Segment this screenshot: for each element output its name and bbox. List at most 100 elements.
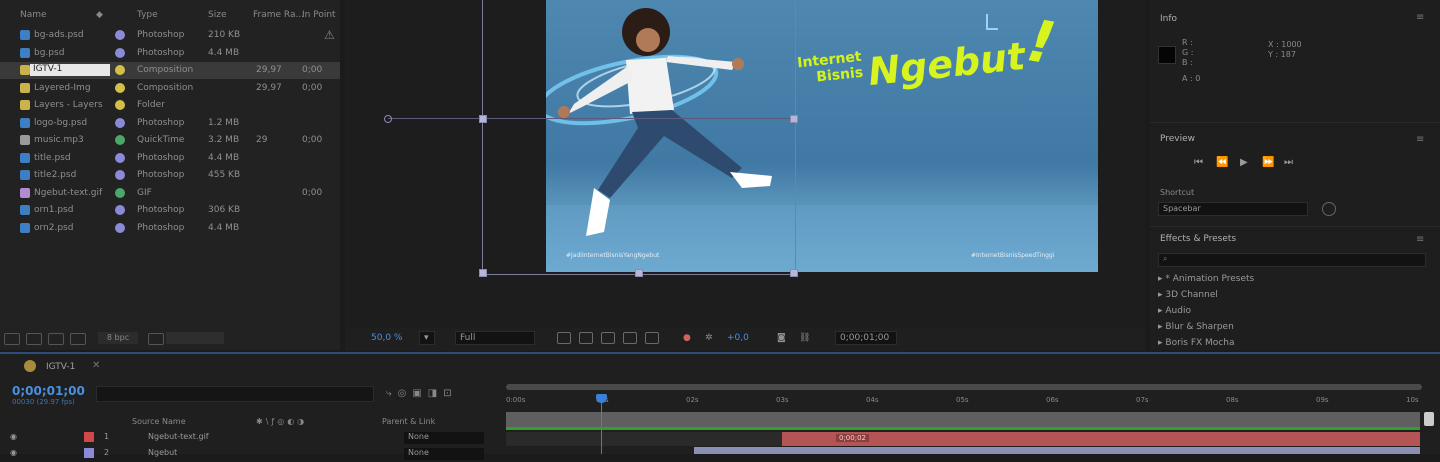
project-item-size: 210 KB [208,30,241,40]
shortcut-dropdown[interactable]: Spacebar [1158,202,1308,216]
first-frame-icon[interactable]: ⏮ [1194,157,1203,168]
file-type-icon [20,205,30,215]
prev-frame-icon[interactable]: ⏪ [1216,157,1228,168]
col-type[interactable]: Type [137,10,158,20]
color-channels-icon[interactable]: ● [683,333,691,343]
bpc-button[interactable]: 8 bpc [98,332,138,344]
interpret-footage-icon[interactable] [4,333,20,345]
resolution-dropdown[interactable]: Full [455,331,535,345]
viewer-timecode[interactable]: 0;00;01;00 [835,331,897,345]
channel-icon[interactable] [645,332,659,344]
layer-bar-1[interactable] [782,432,1420,446]
ruler-tick-label: 09s [1316,396,1329,404]
project-item-name: Layered-Img [34,82,91,93]
mask-visibility-icon[interactable] [601,332,615,344]
zoom-dropdown[interactable]: ▾ [419,331,435,345]
label-col-icon[interactable]: ◆ [96,10,103,20]
layer-bounding-box[interactable] [482,0,796,275]
new-composition-icon[interactable] [48,333,64,345]
effects-category-item[interactable]: ▸ Blur & Sharpen [1158,322,1234,332]
preview-panel-title: Preview [1160,134,1196,144]
timeline-switches-icons[interactable]: ⤷◎▣◨⊡ [386,388,482,400]
layer-visibility-icon[interactable]: ◉ [10,432,17,441]
playhead-line[interactable] [601,394,602,454]
effects-search-input[interactable]: ⌕ [1158,253,1426,267]
project-item[interactable]: orn2.psd Photoshop 4.4 MB [0,220,340,237]
layer-label-color[interactable] [84,448,94,458]
project-item[interactable]: IGTV-1 Composition 29,97 0;00 [0,62,340,79]
bbox-handle-bottom-right[interactable] [790,269,798,277]
snapshot-icon[interactable]: ◙ [777,333,786,343]
tab-close-icon[interactable]: ✕ [92,360,100,371]
bbox-handle-bottom-left[interactable] [479,269,487,277]
info-panel-menu-icon[interactable]: ≡ [1416,12,1424,23]
project-item-type: Photoshop [137,205,185,215]
bbox-handle-right[interactable] [790,115,798,123]
exposure-value[interactable]: +0,0 [727,333,749,343]
project-scrollbar[interactable] [166,332,224,344]
preview-panel-menu-icon[interactable]: ≡ [1416,134,1424,145]
effects-category-item[interactable]: ▸ * Animation Presets [1158,274,1254,284]
layer-bar-2[interactable] [694,447,1420,454]
zoom-scrollbar[interactable] [506,384,1422,390]
next-frame-icon[interactable]: ⏩ [1262,157,1274,168]
show-snapshot-icon[interactable]: ⛓ [799,333,810,343]
parent-dropdown[interactable]: None [404,432,484,444]
time-ruler[interactable]: 0:00s01s02s03s04s05s06s07s08s09s10s [506,384,1422,406]
col-in-point[interactable]: In Point [302,10,336,20]
project-item-in-point: 0;00 [302,135,323,145]
project-item[interactable]: Ngebut-text.gif GIF 0;00 [0,185,340,202]
timeline-layer-row[interactable]: ◉ 2 Ngebut None [0,448,500,462]
layer-label-color[interactable] [84,432,94,442]
col-size[interactable]: Size [208,10,226,20]
source-name-header[interactable]: Source Name [132,417,186,426]
bbox-handle-bottom[interactable] [635,269,643,277]
trash-icon[interactable] [148,333,164,345]
parent-dropdown[interactable]: None [404,448,484,460]
project-item[interactable]: title.psd Photoshop 4.4 MB [0,150,340,167]
layer-search-input[interactable] [96,386,374,402]
ruler-tick-label: 05s [956,396,969,404]
bbox-handle-left[interactable] [479,115,487,123]
region-of-interest-icon[interactable] [557,332,571,344]
adjust-settings-icon[interactable] [70,333,86,345]
project-item[interactable]: bg.psd Photoshop 4.4 MB [0,45,340,62]
project-item[interactable]: music.mp3 QuickTime 3.2 MB 29 0;00 [0,132,340,149]
guides-icon[interactable] [623,332,637,344]
col-frame-rate[interactable]: Frame Ra... [253,10,304,20]
timeline-end-marker[interactable] [1424,412,1434,426]
project-item-type: Photoshop [137,222,185,233]
transparency-grid-icon[interactable] [579,332,593,344]
project-panel: Name ◆ Type Size Frame Ra... In Point ⚠ … [0,0,340,350]
zoom-level[interactable]: 50,0 % [371,333,402,343]
file-type-icon [20,100,30,110]
play-icon[interactable]: ▶ [1240,157,1248,168]
last-frame-icon[interactable]: ⏭ [1284,157,1293,168]
project-item[interactable]: bg-ads.psd Photoshop 210 KB [0,27,340,44]
color-management-icon[interactable]: ✲ [705,333,713,343]
label-color-icon [115,47,125,58]
project-item[interactable]: title2.psd Photoshop 455 KB [0,167,340,184]
effects-category-item[interactable]: ▸ Audio [1158,306,1191,316]
project-item[interactable]: logo-bg.psd Photoshop 1.2 MB [0,115,340,132]
new-folder-icon[interactable] [26,333,42,345]
anchor-point-handle[interactable] [384,115,392,123]
timeline-layer-row[interactable]: ◉ 1 Ngebut-text.gif None [0,432,500,446]
effects-category-item[interactable]: ▸ 3D Channel [1158,290,1218,300]
project-item-name: orn1.psd [34,205,74,215]
effects-panel-menu-icon[interactable]: ≡ [1416,234,1424,245]
label-color-icon [115,65,125,75]
label-color-icon [115,222,125,233]
effects-category-item[interactable]: ▸ Boris FX Mocha [1158,338,1234,348]
project-item[interactable]: Layered-Img Composition 29,97 0;00 [0,80,340,97]
label-color-icon [115,82,125,93]
project-item[interactable]: orn1.psd Photoshop 306 KB [0,202,340,219]
project-item-type: Photoshop [137,30,185,40]
current-timecode[interactable]: 0;00;01;00 [12,384,85,398]
preview-settings-icon[interactable] [1322,202,1336,216]
project-item[interactable]: Layers - Layers Folder [0,97,340,114]
col-name[interactable]: Name [20,10,47,20]
parent-link-header[interactable]: Parent & Link [382,417,435,426]
timeline-tab[interactable]: IGTV-1 [46,362,75,372]
layer-visibility-icon[interactable]: ◉ [10,448,17,457]
